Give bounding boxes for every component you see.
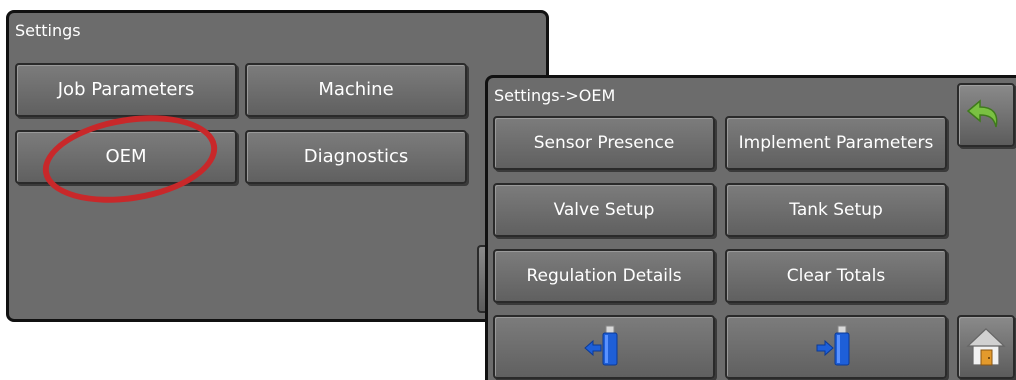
diagnostics-button[interactable]: Diagnostics <box>245 130 467 184</box>
settings-title: Settings <box>15 21 81 40</box>
usb-import-icon <box>584 325 618 366</box>
back-button[interactable] <box>957 83 1015 147</box>
job-parameters-button[interactable]: Job Parameters <box>15 63 237 117</box>
machine-button[interactable]: Machine <box>245 63 467 117</box>
settings-panel: Settings Job Parameters Machine OEM Diag… <box>6 10 549 322</box>
clear-totals-button[interactable]: Clear Totals <box>725 249 947 303</box>
back-arrow-icon <box>966 99 998 128</box>
valve-setup-button[interactable]: Valve Setup <box>493 183 715 237</box>
usb-export-icon <box>816 325 850 366</box>
home-button[interactable] <box>957 315 1015 379</box>
oem-button[interactable]: OEM <box>15 130 237 184</box>
sensor-presence-button[interactable]: Sensor Presence <box>493 116 715 170</box>
home-icon <box>966 328 1006 366</box>
usb-export-button[interactable] <box>725 315 947 379</box>
implement-parameters-button[interactable]: Implement Parameters <box>725 116 947 170</box>
usb-import-button[interactable] <box>493 315 715 379</box>
oem-title: Settings->OEM <box>494 86 616 105</box>
oem-panel: Settings->OEM Sensor Presence Implement … <box>485 75 1016 380</box>
tank-setup-button[interactable]: Tank Setup <box>725 183 947 237</box>
regulation-details-button[interactable]: Regulation Details <box>493 249 715 303</box>
